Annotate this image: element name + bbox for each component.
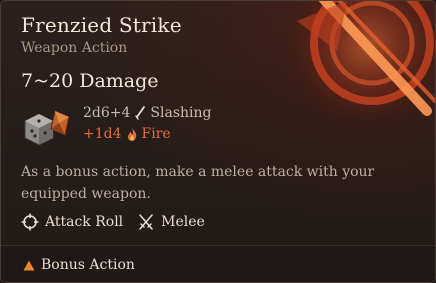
action-title: Frenzied Strike [21,13,182,37]
crosshair-icon [21,213,39,231]
action-cost-label: Bonus Action [41,257,135,273]
damage-type: Slashing [150,105,212,121]
slashing-icon [135,106,146,120]
triangle-icon [23,260,35,270]
action-properties: Attack Roll Melee [21,213,219,231]
tooltip-footer: Bonus Action [1,246,435,282]
damage-line-fire: +1d4 Fire [83,126,171,142]
damage-type: Fire [141,126,171,142]
frenzied-strike-emblem-icon [285,1,435,128]
crossed-swords-icon [139,214,153,230]
action-description: As a bonus action, make a melee attack w… [21,164,375,202]
property-label: Attack Roll [45,214,124,230]
dice-icon [24,110,70,146]
action-tooltip: Frenzied Strike Weapon Action 7~20 Damag… [0,0,436,283]
action-subtitle: Weapon Action [21,40,128,56]
property-melee: Melee [137,213,205,231]
fire-icon [127,127,136,141]
property-attack-roll: Attack Roll [21,213,123,231]
damage-total: 7~20 Damage [21,70,159,92]
action-cost: Bonus Action [23,257,135,273]
damage-line-slashing: 2d6+4 Slashing [83,105,212,121]
property-label: Melee [161,214,205,230]
damage-dice: 2d6+4 [83,105,131,121]
damage-dice: +1d4 [83,126,122,142]
